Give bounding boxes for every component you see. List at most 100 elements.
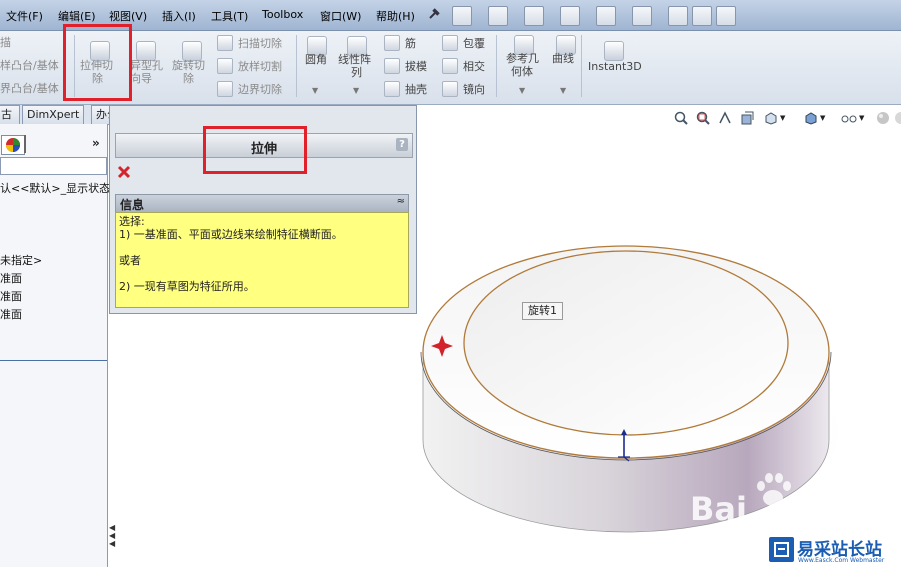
instant3d-label[interactable]: Instant3D	[588, 60, 642, 73]
menu-insert[interactable]: 插入(I)	[162, 8, 196, 24]
hole-wizard-icon[interactable]	[136, 41, 156, 61]
tab-dimxpert[interactable]: DimXpert	[22, 105, 85, 124]
ribbon-separator	[581, 35, 582, 97]
expand-tabs-icon[interactable]: »	[92, 136, 100, 150]
help-icon[interactable]: ?	[396, 138, 408, 151]
info-line	[119, 267, 405, 280]
reference-geometry-label-1[interactable]: 参考几	[506, 52, 539, 65]
tree-item-plane-right[interactable]: 准面	[0, 306, 22, 322]
info-section-header[interactable]: 信息 ≈	[115, 194, 409, 213]
draft-label[interactable]: 拔模	[405, 60, 427, 73]
revolve-cut-icon[interactable]	[182, 41, 202, 61]
wrap-icon[interactable]	[442, 35, 458, 51]
intersect-label[interactable]: 相交	[463, 60, 485, 73]
site-watermark: 易采站长站 Www.Easck.Com Webmaster	[766, 533, 901, 567]
tree-item-plane-top[interactable]: 准面	[0, 288, 22, 304]
curves-label[interactable]: 曲线	[552, 52, 574, 65]
highlight-box-extrude-cut	[63, 24, 132, 101]
rib-icon[interactable]	[384, 35, 400, 51]
shell-label[interactable]: 抽壳	[405, 83, 427, 96]
options-icon[interactable]	[716, 6, 736, 26]
pin-icon[interactable]	[427, 7, 441, 21]
panel-divider	[24, 135, 26, 153]
swept-cut-icon[interactable]	[217, 35, 233, 51]
menu-toolbox[interactable]: Toolbox	[262, 8, 303, 21]
revolve-cut-label-1[interactable]: 旋转切	[172, 59, 205, 72]
boundary-cut-label[interactable]: 边界切除	[238, 83, 282, 96]
hole-wizard-label-2[interactable]: 向导	[130, 72, 152, 85]
instant3d-icon[interactable]	[604, 41, 624, 61]
collapse-panel-icon[interactable]: ◀ ◀ ◀	[109, 524, 115, 548]
ribbon-boundary-partial[interactable]: 界凸台/基体	[0, 82, 59, 95]
revolve-cut-label-2[interactable]: 除	[183, 72, 194, 85]
shell-icon[interactable]	[384, 81, 400, 97]
new-file-icon[interactable]	[452, 6, 472, 26]
tab-sketch-partial[interactable]: 古	[0, 105, 20, 124]
curves-dropdown-icon[interactable]: ▼	[560, 86, 566, 95]
info-line: 选择:	[119, 215, 145, 228]
ribbon-sweep-partial[interactable]: 描	[0, 36, 11, 49]
intersect-icon[interactable]	[442, 58, 458, 74]
display-manager-tab[interactable]	[1, 135, 25, 155]
baidu-watermark: Bai	[690, 490, 747, 528]
info-line: 或者	[119, 254, 141, 267]
menu-help[interactable]: 帮助(H)	[376, 8, 415, 24]
mirror-icon[interactable]	[442, 81, 458, 97]
baidu-paw-icon	[752, 469, 794, 511]
menu-window[interactable]: 窗口(W)	[320, 8, 361, 24]
fillet-dropdown-icon[interactable]: ▼	[312, 86, 318, 95]
print-icon[interactable]	[560, 6, 580, 26]
menu-view[interactable]: 视图(V)	[109, 8, 147, 24]
info-message-box: 选择: 1) 一基准面、平面或边线来绘制特征横断面。 或者 2) 一现有草图为特…	[115, 212, 409, 308]
save-icon[interactable]	[524, 6, 544, 26]
tree-item-plane-front[interactable]: 准面	[0, 270, 22, 286]
ribbon-loft-partial[interactable]: 样凸台/基体	[0, 59, 59, 72]
site-logo-icon	[769, 537, 794, 562]
tree-display-state[interactable]: 认<<默认>_显示状态	[0, 180, 110, 196]
open-file-icon[interactable]	[488, 6, 508, 26]
collapse-chevron-icon[interactable]: ≈	[397, 196, 405, 207]
graphics-area[interactable]: ▼ ▼ ▼ 旋转1 Bai 易采站长站 Www.Easck.Com Webmas…	[416, 105, 901, 567]
rib-label[interactable]: 筋	[405, 37, 416, 50]
fillet-label[interactable]: 圆角	[305, 53, 327, 66]
feature-tooltip: 旋转1	[522, 302, 563, 320]
swept-cut-label[interactable]: 扫描切除	[238, 37, 282, 50]
info-line: 1) 一基准面、平面或边线来绘制特征横断面。	[119, 228, 343, 241]
model-view	[416, 245, 859, 533]
cancel-icon[interactable]	[116, 164, 132, 180]
tree-item-material[interactable]: 未指定>	[0, 252, 42, 268]
lofted-cut-label[interactable]: 放样切割	[238, 60, 282, 73]
file-properties-icon[interactable]	[692, 6, 712, 26]
menu-tools[interactable]: 工具(T)	[211, 8, 248, 24]
hole-wizard-label-1[interactable]: 异型孔	[130, 59, 163, 72]
panel-splitter[interactable]	[0, 360, 107, 361]
linear-pattern-label-2[interactable]: 列	[351, 66, 362, 79]
display-manager-icon	[6, 138, 20, 152]
filter-field[interactable]	[0, 157, 107, 175]
menu-edit[interactable]: 编辑(E)	[58, 8, 96, 24]
command-manager-ribbon: 描 样凸台/基体 界凸台/基体 拉伸切 除 异型孔 向导 旋转切 除 扫描切除 …	[0, 31, 901, 105]
reference-geometry-label-2[interactable]: 何体	[511, 65, 533, 78]
ribbon-separator	[296, 35, 297, 97]
boundary-cut-icon[interactable]	[217, 81, 233, 97]
reference-dropdown-icon[interactable]: ▼	[519, 86, 525, 95]
site-url: Www.Easck.Com Webmaster	[798, 557, 885, 564]
wrap-label[interactable]: 包覆	[463, 37, 485, 50]
menu-bar: 文件(F) 编辑(E) 视图(V) 插入(I) 工具(T) Toolbox 窗口…	[0, 0, 901, 31]
menu-file[interactable]: 文件(F)	[6, 8, 43, 24]
rebuild-icon[interactable]	[668, 6, 688, 26]
feature-manager-panel: » 认<<默认>_显示状态 未指定> 准面 准面 准面 ◀ ◀ ◀	[0, 124, 115, 567]
linear-pattern-label-1[interactable]: 线性阵	[338, 53, 371, 66]
pattern-dropdown-icon[interactable]: ▼	[353, 86, 359, 95]
undo-icon[interactable]	[596, 6, 616, 26]
info-section-title: 信息	[120, 198, 145, 212]
select-icon[interactable]	[632, 6, 652, 26]
highlight-box-title	[203, 126, 307, 174]
inner-cavity[interactable]	[463, 250, 789, 436]
info-line	[119, 241, 405, 254]
draft-icon[interactable]	[384, 58, 400, 74]
mirror-label[interactable]: 镜向	[463, 83, 485, 96]
ribbon-separator	[496, 35, 497, 97]
lofted-cut-icon[interactable]	[217, 58, 233, 74]
info-line: 2) 一现有草图为特征所用。	[119, 280, 255, 293]
